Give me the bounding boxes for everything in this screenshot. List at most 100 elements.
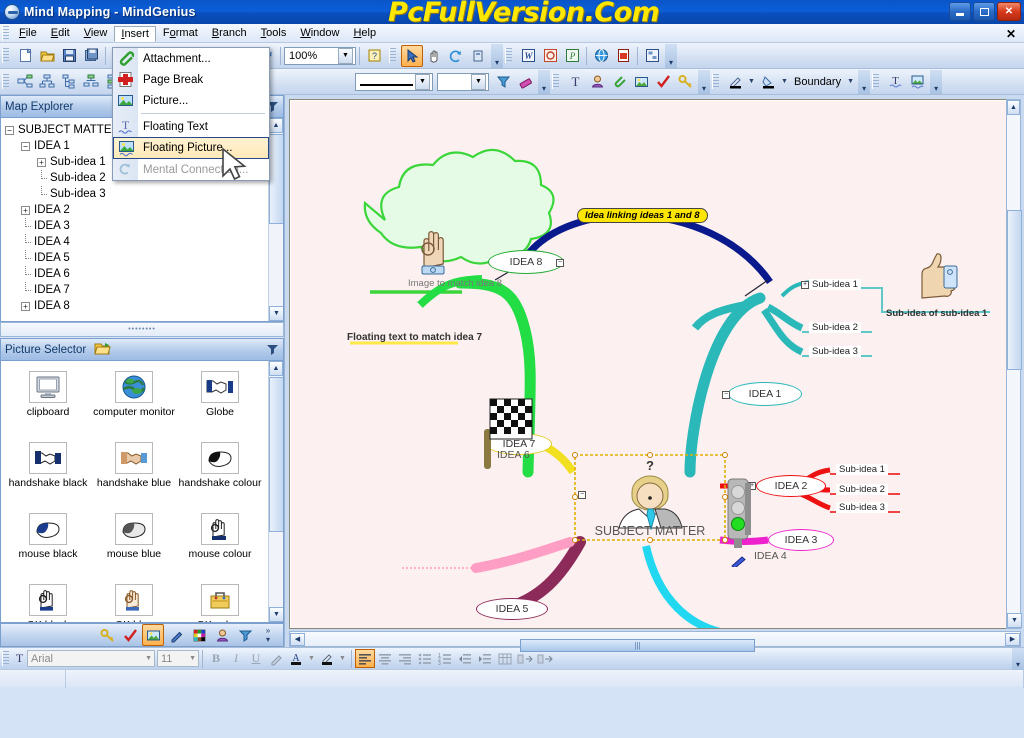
node-idea-1[interactable]: IDEA 1 bbox=[728, 382, 802, 406]
refresh-icon[interactable] bbox=[445, 45, 467, 67]
tree-item-idea-6[interactable]: IDEA 6 bbox=[5, 265, 283, 282]
node-idea-2[interactable]: IDEA 2 bbox=[756, 475, 826, 497]
picture-item[interactable]: mouse blue bbox=[91, 509, 177, 580]
decrease-indent-icon[interactable] bbox=[455, 649, 475, 668]
tree-item-idea-2[interactable]: + IDEA 2 bbox=[5, 202, 283, 218]
node-idea-5[interactable]: IDEA 5 bbox=[476, 598, 548, 620]
center-node-toggle-icon[interactable]: − bbox=[578, 491, 586, 499]
scroll-thumb[interactable] bbox=[269, 134, 283, 224]
ok-hand-image[interactable] bbox=[414, 222, 458, 281]
scroll-thumb[interactable] bbox=[1007, 210, 1022, 370]
copy-format-icon[interactable] bbox=[467, 45, 489, 67]
checkered-flag-image[interactable] bbox=[476, 395, 534, 474]
toolbar-overflow-5[interactable]: ▾ bbox=[858, 69, 871, 94]
new-document-icon[interactable] bbox=[14, 45, 36, 67]
toolbar-grip-floating[interactable] bbox=[872, 74, 880, 89]
insert-dropdown-menu[interactable]: Attachment... Page Break Picture... T Fl… bbox=[112, 47, 270, 181]
node-toggle-icon[interactable]: − bbox=[722, 391, 730, 399]
bold-button[interactable]: B bbox=[206, 649, 226, 668]
toolbar-grip-insert[interactable] bbox=[552, 74, 559, 89]
align-right-icon[interactable] bbox=[395, 649, 415, 668]
chevron-down-icon[interactable]: ▼ bbox=[306, 648, 317, 670]
picture-tool-icon[interactable] bbox=[630, 71, 652, 93]
mind-map-canvas[interactable]: Image to match idea 8 Floating text to m… bbox=[289, 99, 1021, 629]
resize-handle-ne[interactable] bbox=[722, 452, 728, 458]
node-sub-idea-2-of-1[interactable]: Sub-idea 2 bbox=[809, 322, 861, 333]
align-left-icon[interactable] bbox=[355, 649, 375, 668]
scroll-thumb[interactable]: ||| bbox=[520, 639, 755, 652]
attachment-icon[interactable] bbox=[608, 71, 630, 93]
menu-insert[interactable]: Insert bbox=[114, 25, 156, 42]
menu-item-page-break[interactable]: Page Break bbox=[113, 69, 269, 90]
menu-tools[interactable]: Tools bbox=[254, 25, 294, 41]
font-color-icon[interactable]: A bbox=[286, 649, 306, 668]
picture-item[interactable]: handshake black bbox=[5, 438, 91, 509]
toolbar-overflow-4[interactable]: ▾ bbox=[698, 69, 710, 94]
mental-connection-label[interactable]: Idea linking ideas 1 and 8 bbox=[577, 208, 708, 223]
save-all-icon[interactable] bbox=[80, 45, 102, 67]
toolbar-grip-format[interactable] bbox=[712, 74, 719, 89]
open-folder-icon[interactable] bbox=[36, 45, 58, 67]
pencil-marker-icon[interactable] bbox=[731, 555, 747, 570]
key-icon[interactable] bbox=[674, 71, 696, 93]
node-sub-idea-1-of-2[interactable]: Sub-idea 1 bbox=[836, 464, 888, 475]
menu-item-picture[interactable]: Picture... bbox=[113, 90, 269, 111]
sub-of-sub-label[interactable]: Sub-idea of sub-idea 1 bbox=[886, 308, 987, 319]
scroll-up-icon[interactable]: ▲ bbox=[269, 361, 283, 376]
map-layout-icon[interactable] bbox=[14, 71, 36, 93]
floating-text-tool-icon[interactable]: T bbox=[884, 71, 906, 93]
picture-item[interactable]: OK black bbox=[5, 580, 91, 622]
key-icon[interactable] bbox=[96, 624, 118, 646]
restore-button[interactable] bbox=[973, 2, 995, 21]
italic-button[interactable]: I bbox=[226, 649, 246, 668]
tree-vertical-scrollbar[interactable]: ▲ ▼ bbox=[268, 118, 283, 321]
toolbar-grip-layout[interactable] bbox=[2, 74, 9, 89]
scroll-down-icon[interactable]: ▼ bbox=[1007, 613, 1022, 628]
node-toggle-icon[interactable]: − bbox=[556, 259, 564, 267]
underline-button[interactable]: U bbox=[246, 649, 266, 668]
toolbar-grip-standard[interactable] bbox=[2, 48, 9, 63]
close-button[interactable]: ✕ bbox=[997, 2, 1021, 21]
open-picture-library-icon[interactable] bbox=[94, 341, 111, 359]
node-sub-idea-3-of-1[interactable]: Sub-idea 3 bbox=[809, 346, 861, 357]
tree-horizontal-scrollbar[interactable]: •••••••• bbox=[0, 322, 284, 337]
picture-item[interactable]: OK blue bbox=[91, 580, 177, 622]
picture-selector-panel[interactable]: clipboard computer monitor Globe handsha… bbox=[0, 360, 284, 623]
person-icon[interactable] bbox=[586, 71, 608, 93]
palette-icon[interactable] bbox=[188, 624, 210, 646]
chevron-down-icon[interactable]: ▼ bbox=[415, 73, 430, 90]
help-icon[interactable]: ? bbox=[363, 45, 385, 67]
more-icon[interactable]: » ▾ bbox=[257, 624, 279, 646]
text-tool-icon[interactable]: T bbox=[564, 71, 586, 93]
menu-edit[interactable]: Edit bbox=[44, 25, 77, 41]
canvas-vertical-scrollbar[interactable]: ▲ ▼ bbox=[1006, 99, 1022, 629]
tree-item-idea-3[interactable]: IDEA 3 bbox=[5, 217, 283, 234]
line-weight-combo[interactable]: ▼ bbox=[437, 72, 489, 91]
line-style-combo[interactable]: ▼ bbox=[355, 72, 433, 91]
resize-handle-s[interactable] bbox=[647, 537, 653, 543]
node-idea-6[interactable]: IDEA 6 bbox=[497, 449, 530, 461]
thumbs-up-image[interactable] bbox=[908, 252, 964, 305]
chevron-down-icon[interactable]: ▼ bbox=[189, 655, 196, 662]
picture-icon[interactable] bbox=[142, 624, 164, 646]
pen-color-icon[interactable] bbox=[724, 71, 746, 93]
eraser-icon[interactable] bbox=[514, 71, 536, 93]
export-powerpoint-icon[interactable] bbox=[539, 45, 561, 67]
font-family-combo[interactable]: Arial ▼ bbox=[27, 650, 155, 667]
close-document-button[interactable]: ✕ bbox=[1006, 27, 1016, 41]
table-icon[interactable] bbox=[495, 649, 515, 668]
menu-item-floating-text[interactable]: T Floating Text bbox=[113, 116, 269, 137]
chevron-down-icon[interactable]: ▼ bbox=[145, 655, 152, 662]
node-idea-4[interactable]: IDEA 4 bbox=[754, 550, 787, 562]
expand-toggle-icon[interactable]: + bbox=[37, 157, 46, 167]
clear-format-icon[interactable] bbox=[266, 649, 286, 668]
scroll-left-icon[interactable]: ◀ bbox=[290, 632, 305, 646]
resize-handle-nw[interactable] bbox=[572, 452, 578, 458]
pencil-icon[interactable] bbox=[165, 624, 187, 646]
collapse-toggle-icon[interactable]: − bbox=[5, 125, 14, 135]
align-center-icon[interactable] bbox=[375, 649, 395, 668]
pan-hand-icon[interactable] bbox=[423, 45, 445, 67]
org-chart-icon[interactable] bbox=[36, 71, 58, 93]
expand-toggle-icon[interactable]: + bbox=[21, 301, 30, 311]
resize-handle-e[interactable] bbox=[722, 494, 728, 500]
